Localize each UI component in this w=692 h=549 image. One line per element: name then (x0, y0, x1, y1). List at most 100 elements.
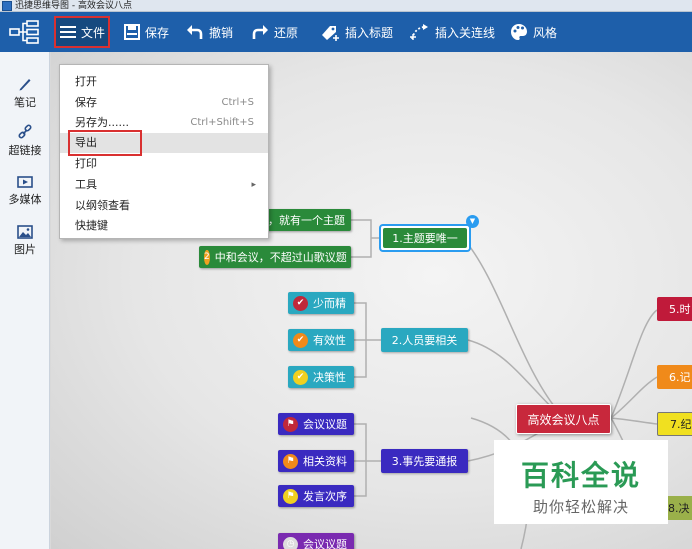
save-button[interactable]: 保存 (124, 12, 169, 52)
subtopic-2b[interactable]: ✔ 有效性 (288, 329, 354, 351)
subtopic-4a[interactable]: ◷ 会议议题 (278, 533, 354, 549)
menu-item-label: 另存为...... (75, 116, 129, 129)
flag-icon: ⚑ (283, 453, 298, 469)
save-label: 保存 (145, 25, 170, 40)
subtopic-3c[interactable]: ⚑ 发言次序 (278, 485, 354, 507)
subtopic-label: 相关资料 (303, 455, 347, 468)
menu-item-shortcuts[interactable]: 快捷键 (60, 216, 268, 236)
check-icon: ✔ (293, 332, 308, 348)
undo-button[interactable]: 撤销 (186, 12, 233, 52)
redo-icon (252, 25, 268, 39)
topic-6-label: 6.记 (669, 371, 691, 384)
subtopic-label: 少而精 (313, 297, 346, 310)
topic-2[interactable]: 2.人员要相关 (381, 328, 468, 352)
sidebar-item-label: 图片 (14, 243, 36, 256)
topic-6[interactable]: 6.记 (657, 365, 692, 389)
insert-topic-button[interactable]: 插入标题 (320, 12, 393, 52)
export-highlight-box (68, 130, 142, 156)
clock-icon: ◷ (283, 536, 298, 549)
style-label: 风格 (533, 25, 558, 40)
subtopic-3a[interactable]: ⚑ 会议议题 (278, 413, 354, 435)
subtopic-3b[interactable]: ⚑ 相关资料 (278, 450, 354, 472)
insert-link-line-label: 插入关连线 (435, 25, 496, 40)
menu-item-label: 保存 (75, 96, 97, 109)
menu-item-label: 快捷键 (75, 219, 108, 232)
central-topic-label: 高效会议八点 (527, 412, 600, 427)
collapse-toggle-icon[interactable]: ▼ (466, 215, 479, 228)
window-title: 迅捷思维导图 - 高效会议八点 (15, 1, 132, 11)
sidebar-item-multimedia[interactable]: 多媒体 (0, 175, 50, 207)
number-badge-icon: 2 (204, 249, 210, 265)
subtopic-label: 决策性 (313, 371, 346, 384)
menu-item-tools[interactable]: 工具 ▸ (60, 175, 268, 195)
menu-item-label: 以纲领查看 (75, 199, 130, 212)
sidebar-item-label: 笔记 (14, 96, 36, 109)
sidebar-item-label: 多媒体 (8, 193, 42, 206)
sidebar-item-label: 超链接 (8, 144, 42, 157)
tag-plus-icon (322, 26, 339, 41)
menu-item-print[interactable]: 打印 (60, 154, 268, 174)
topic-7[interactable]: 7.纪 (657, 412, 692, 436)
sidebar-item-notes[interactable]: 笔记 (0, 76, 50, 110)
hamburger-icon (60, 26, 76, 38)
menu-item-label: 打开 (75, 75, 97, 88)
topic-3[interactable]: 3.事先要通报 (381, 449, 468, 473)
menu-item-outline-view[interactable]: 以纲领查看 (60, 196, 268, 216)
mindmap-logo-icon[interactable] (7, 19, 41, 45)
topic-1-label: 1.主题要唯一 (392, 232, 458, 245)
subtopic-label: 发言次序 (303, 490, 347, 503)
flag-icon: ⚑ (283, 488, 298, 504)
central-topic[interactable]: 高效会议八点 (516, 404, 611, 434)
undo-label: 撤销 (209, 25, 234, 40)
subtopic-label: 会议议题 (303, 418, 347, 431)
topic-8-label: 8.决 (668, 502, 690, 515)
watermark-title: 百科全说 (520, 459, 641, 492)
undo-icon (187, 25, 203, 39)
menu-item-label: 工具 (75, 178, 97, 191)
subtopic-label: 议，就有一个主题 (257, 214, 345, 227)
sidebar-item-image[interactable]: 图片 (0, 225, 50, 257)
topic-5[interactable]: 5.时 (657, 297, 692, 321)
redo-button[interactable]: 还原 (251, 12, 298, 52)
app-icon (2, 1, 12, 11)
file-menu-button[interactable]: 文件 (54, 16, 110, 48)
menu-item-shortcut: Ctrl+Shift+S (190, 117, 254, 128)
main-toolbar: 文件 保存 撤销 还原 插入标题 插入关连线 风格 (0, 12, 692, 52)
topic-5-label: 5.时 (669, 303, 691, 316)
left-sidebar: 笔记 超链接 多媒体 图片 (0, 52, 50, 549)
image-icon (17, 225, 33, 239)
film-icon (17, 176, 33, 188)
menu-item-save[interactable]: 保存 Ctrl+S (60, 93, 268, 113)
style-button[interactable]: 风格 (510, 12, 557, 52)
insert-topic-label: 插入标题 (345, 25, 394, 40)
subtopic-1b[interactable]: 2 中和会议，不超过山歌议题 (199, 246, 351, 268)
watermark-subtitle: 助你轻松解决 (532, 498, 629, 516)
subtopic-label: 中和会议，不超过山歌议题 (214, 251, 347, 264)
insert-link-line-button[interactable]: 插入关连线 (410, 12, 495, 52)
subtopic-label: 会议议题 (303, 538, 347, 549)
file-label: 文件 (81, 25, 106, 40)
palette-icon (511, 24, 527, 40)
check-icon: ✔ (293, 369, 308, 385)
subtopic-label: 有效性 (313, 334, 346, 347)
menu-item-label: 打印 (75, 157, 97, 170)
pencil-icon (19, 79, 31, 91)
curve-arrow-icon (410, 24, 428, 40)
title-bar: 迅捷思维导图 - 高效会议八点 (0, 0, 692, 12)
menu-item-open[interactable]: 打开 (60, 72, 268, 92)
sidebar-item-hyperlink[interactable]: 超链接 (0, 124, 50, 158)
topic-2-label: 2.人员要相关 (391, 334, 458, 347)
submenu-arrow-icon: ▸ (251, 180, 256, 190)
topic-3-label: 3.事先要通报 (391, 455, 458, 468)
redo-label: 还原 (274, 25, 299, 40)
subtopic-2c[interactable]: ✔ 决策性 (288, 366, 354, 388)
topic-7-label: 7.纪 (670, 418, 692, 431)
subtopic-2a[interactable]: ✔ 少而精 (288, 292, 354, 314)
flag-icon: ⚑ (283, 416, 298, 432)
menu-item-shortcut: Ctrl+S (221, 97, 254, 108)
check-icon: ✔ (293, 295, 308, 311)
watermark: 百科全说 助你轻松解决 (494, 440, 668, 524)
save-icon (124, 24, 140, 40)
link-icon (18, 124, 32, 139)
topic-1-selected[interactable]: 1.主题要唯一 (379, 224, 471, 252)
